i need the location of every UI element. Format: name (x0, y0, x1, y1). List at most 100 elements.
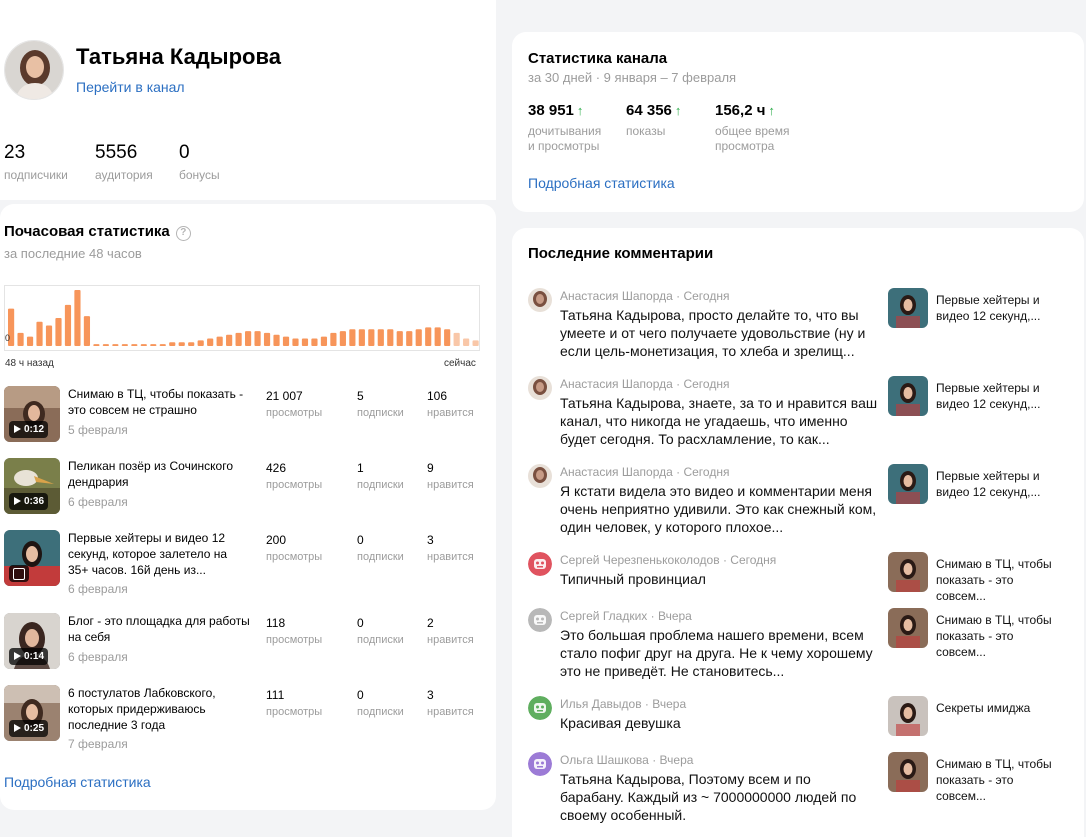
chart-bar[interactable] (339, 331, 346, 346)
chart-bar[interactable] (45, 325, 53, 346)
chart-bar[interactable] (169, 342, 176, 346)
comment-text[interactable]: Татьяна Кадырова, Поэтому всем и по бара… (560, 770, 878, 824)
video-title[interactable]: Блог - это площадка для работы на себя (68, 613, 250, 645)
comment-video-title[interactable]: Снимаю в ТЦ, чтобы показать - это совсем… (936, 756, 1054, 804)
chart-bar[interactable] (93, 344, 100, 346)
comment-text[interactable]: Татьяна Кадырова, знаете, за то и нравит… (560, 394, 878, 448)
comment-video-title[interactable]: Секреты имиджа (936, 700, 1054, 716)
chart-bar[interactable] (273, 334, 280, 346)
chart-bar[interactable] (453, 332, 460, 346)
video-thumbnail[interactable]: 0:14 (4, 613, 60, 669)
comment-author[interactable]: Анастасия Шапорда (560, 465, 673, 479)
chart-bar[interactable] (226, 334, 233, 346)
chart-bar[interactable] (463, 338, 470, 346)
video-title[interactable]: Первые хейтеры и видео 12 секунд, которо… (68, 530, 250, 578)
comment-author[interactable]: Илья Давыдов (560, 697, 642, 711)
video-thumbnail[interactable]: 0:12 (4, 386, 60, 442)
video-title[interactable]: Пеликан позёр из Сочинского дендрария (68, 458, 250, 490)
chart-bar[interactable] (159, 344, 166, 346)
chart-bar[interactable] (396, 331, 403, 346)
commenter-avatar[interactable] (528, 752, 552, 776)
video-title[interactable]: Снимаю в ТЦ, чтобы показать - это совсем… (68, 386, 250, 418)
chart-bar[interactable] (377, 329, 384, 346)
comment-text[interactable]: Это большая проблема нашего времени, все… (560, 626, 878, 680)
video-row[interactable]: 0:12 Снимаю в ТЦ, чтобы показать - это с… (4, 386, 484, 446)
comment-text[interactable]: Я кстати видела это видео и комментарии … (560, 482, 878, 536)
chart-bar[interactable] (282, 336, 290, 346)
comment-video-title[interactable]: Первые хейтеры и видео 12 секунд,... (936, 380, 1054, 412)
video-thumbnail[interactable]: 0:36 (4, 458, 60, 514)
chart-bar[interactable] (121, 344, 128, 346)
chart-bar[interactable] (83, 316, 91, 346)
chart-bar[interactable] (64, 304, 72, 346)
comment-author[interactable]: Анастасия Шапорда (560, 289, 673, 303)
chart-bar[interactable] (150, 344, 157, 346)
video-thumbnail[interactable]: 0:25 (4, 685, 60, 741)
commenter-avatar[interactable] (528, 696, 552, 720)
chart-bar[interactable] (74, 290, 81, 346)
video-row[interactable]: 0:14 Блог - это площадка для работы на с… (4, 613, 484, 673)
chart-bar[interactable] (55, 318, 62, 346)
comment-video-thumbnail[interactable] (888, 464, 928, 504)
video-thumbnail[interactable] (4, 530, 60, 586)
profile-avatar[interactable] (4, 40, 64, 100)
chart-bar[interactable] (263, 332, 271, 346)
chart-bar[interactable] (17, 332, 24, 346)
commenter-avatar[interactable] (528, 288, 552, 312)
chart-bar[interactable] (472, 340, 479, 346)
chart-bar[interactable] (358, 329, 365, 346)
help-icon[interactable]: ? (175, 226, 191, 241)
comment-author[interactable]: Ольга Шашкова (560, 753, 649, 767)
chart-bar[interactable] (311, 338, 318, 346)
comment-video-title[interactable]: Снимаю в ТЦ, чтобы показать - это совсем… (936, 556, 1054, 604)
comment-video-title[interactable]: Снимаю в ТЦ, чтобы показать - это совсем… (936, 612, 1054, 660)
hourly-detailed-stats-link[interactable]: Подробная статистика (4, 774, 151, 790)
commenter-avatar[interactable] (528, 552, 552, 576)
video-title[interactable]: 6 постулатов Лабковского, которых придер… (68, 685, 250, 733)
comment-video-thumbnail[interactable] (888, 752, 928, 792)
comment-author[interactable]: Сергей Черезпенькоколодов (560, 553, 720, 567)
chart-bar[interactable] (387, 329, 394, 346)
chart-bar[interactable] (26, 336, 34, 346)
chart-bar[interactable] (235, 332, 242, 346)
comment-video-title[interactable]: Первые хейтеры и видео 12 секунд,... (936, 468, 1054, 500)
commenter-avatar[interactable] (528, 608, 552, 632)
chart-bar[interactable] (216, 336, 223, 346)
comment-video-thumbnail[interactable] (888, 552, 928, 592)
comment-text[interactable]: Красивая девушка (560, 714, 878, 732)
chart-bar[interactable] (320, 336, 328, 346)
video-row[interactable]: 0:36 Пеликан позёр из Сочинского дендрар… (4, 458, 484, 518)
chart-bar[interactable] (434, 327, 441, 346)
chart-bar[interactable] (131, 344, 138, 346)
comment-author[interactable]: Сергей Гладких (560, 609, 647, 623)
commenter-avatar[interactable] (528, 376, 552, 400)
comment-video-thumbnail[interactable] (888, 608, 928, 648)
chart-bar[interactable] (406, 331, 413, 346)
chart-bar[interactable] (292, 338, 299, 346)
comment-video-thumbnail[interactable] (888, 696, 928, 736)
chart-bar[interactable] (349, 329, 356, 346)
chart-bar[interactable] (197, 340, 204, 346)
chart-bar[interactable] (245, 331, 252, 346)
chart-bar[interactable] (207, 338, 214, 346)
chart-bar[interactable] (425, 327, 432, 346)
chart-bar[interactable] (301, 338, 309, 346)
comment-author[interactable]: Анастасия Шапорда (560, 377, 673, 391)
chart-bar[interactable] (112, 344, 119, 346)
comment-text[interactable]: Типичный провинциал (560, 570, 878, 588)
chart-bar[interactable] (178, 342, 185, 346)
comment-video-thumbnail[interactable] (888, 288, 928, 328)
video-row[interactable]: Первые хейтеры и видео 12 секунд, которо… (4, 530, 484, 596)
commenter-avatar[interactable] (528, 464, 552, 488)
go-to-channel-link[interactable]: Перейти в канал (76, 79, 185, 95)
channel-detailed-stats-link[interactable]: Подробная статистика (528, 175, 675, 191)
comment-video-thumbnail[interactable] (888, 376, 928, 416)
chart-bar[interactable] (415, 329, 422, 346)
chart-bar[interactable] (140, 344, 147, 346)
chart-bar[interactable] (254, 331, 261, 346)
chart-bar[interactable] (36, 321, 43, 346)
comment-text[interactable]: Татьяна Кадырова, просто делайте то, что… (560, 306, 878, 360)
chart-bar[interactable] (444, 329, 451, 346)
comment-video-title[interactable]: Первые хейтеры и видео 12 секунд,... (936, 292, 1054, 324)
chart-bar[interactable] (330, 332, 337, 346)
